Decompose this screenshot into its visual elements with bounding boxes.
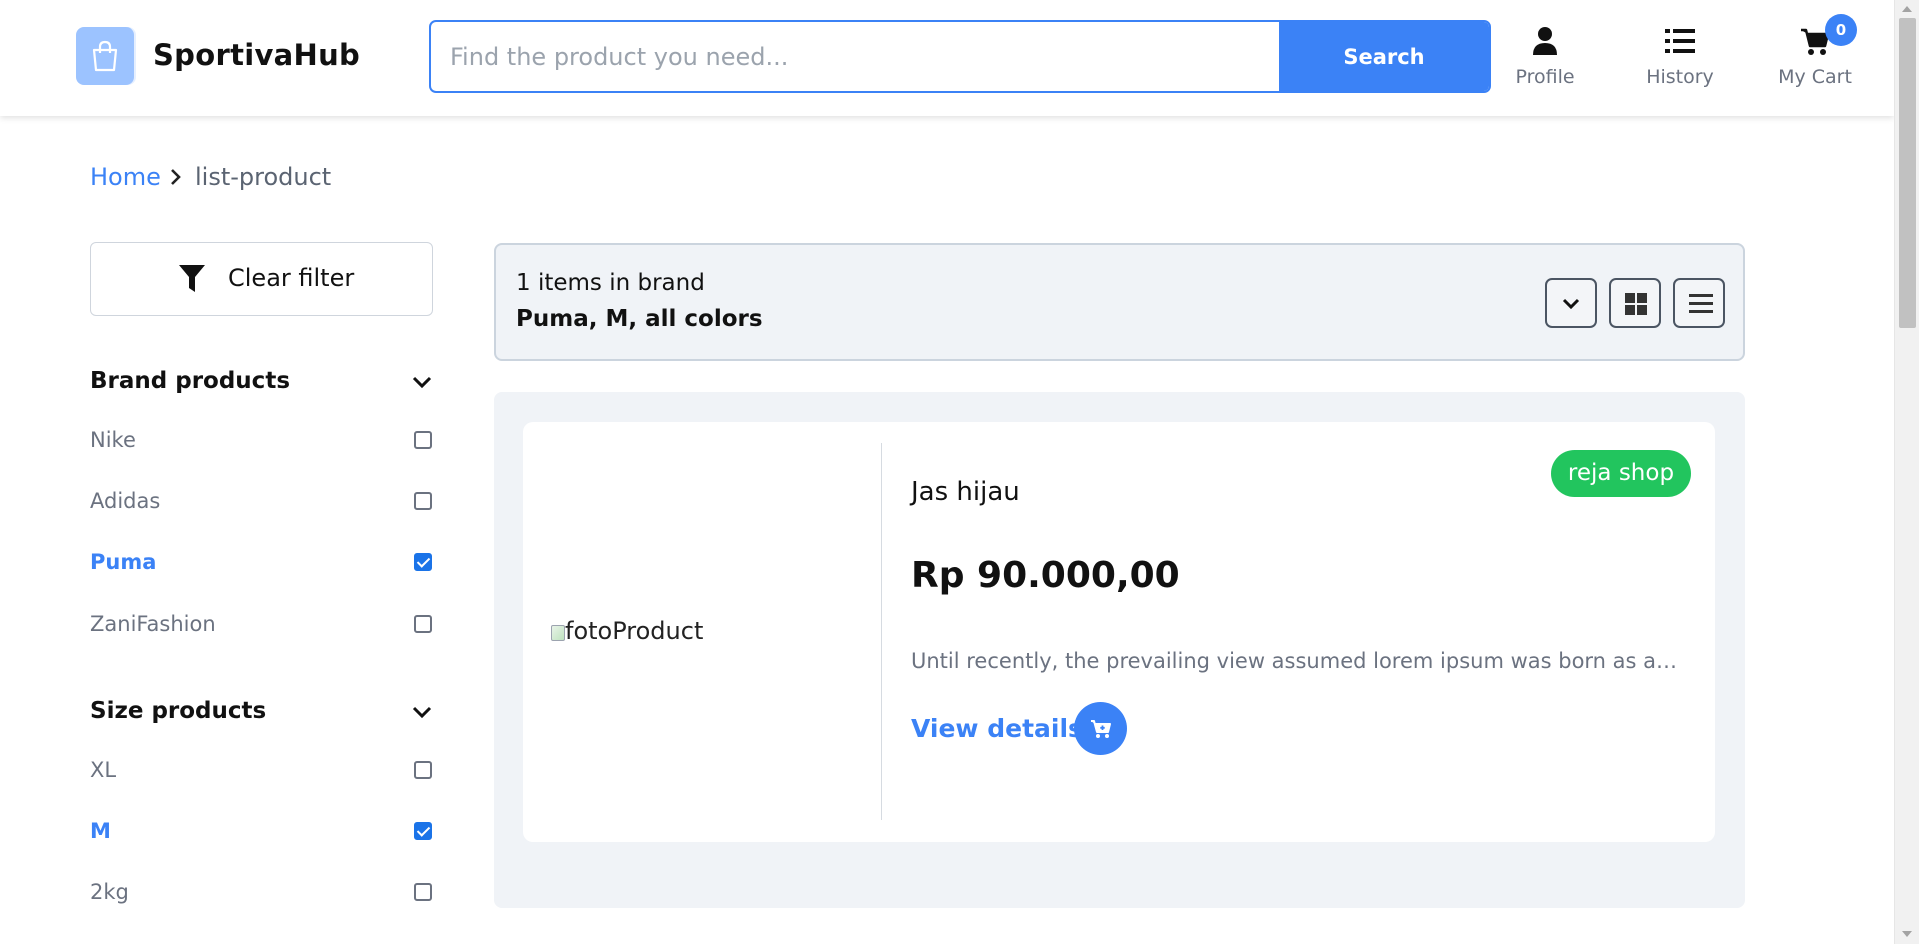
list-view-button[interactable] [1673, 278, 1725, 328]
chevron-down-icon[interactable] [411, 375, 433, 389]
search-bar: Search [429, 20, 1491, 93]
nav-profile-label: Profile [1515, 66, 1575, 88]
brand-option-adidas: Adidas [90, 489, 161, 513]
menu-lines-icon [1689, 294, 1713, 313]
chevron-right-icon [171, 169, 181, 185]
scroll-thumb[interactable] [1899, 18, 1916, 328]
chevron-down-icon[interactable] [411, 705, 433, 719]
size-option-xl: XL [90, 758, 117, 782]
chevron-down-icon [1562, 298, 1580, 310]
brand-option-zanifashion: ZaniFashion [90, 612, 216, 636]
product-name[interactable]: Jas hijau [911, 477, 1020, 507]
product-description: Until recently, the prevailing view assu… [911, 649, 1681, 673]
brand-option-nike: Nike [90, 428, 136, 452]
size-m-checkbox[interactable] [414, 822, 432, 840]
nav-profile[interactable]: Profile [1490, 24, 1600, 88]
product-price: Rp 90.000,00 [911, 555, 1180, 596]
search-input[interactable] [431, 22, 1281, 91]
user-icon [1533, 27, 1557, 55]
brand-puma-checkbox[interactable] [414, 553, 432, 571]
add-to-cart-button[interactable] [1074, 702, 1127, 755]
results-count: 1 items in brand [516, 270, 705, 296]
search-button[interactable]: Search [1279, 22, 1489, 91]
grid-icon [1625, 293, 1647, 315]
clear-filter-label: Clear filter [228, 264, 355, 292]
size-option-m: M [90, 819, 111, 843]
size-option-2kg: 2kg [90, 880, 129, 904]
brand-adidas-checkbox[interactable] [414, 492, 432, 510]
sort-dropdown-button[interactable] [1545, 278, 1597, 328]
grid-view-button[interactable] [1609, 278, 1661, 328]
product-image[interactable]: fotoProduct [551, 617, 703, 645]
breadcrumb-current: list-product [195, 163, 332, 191]
size-xl-checkbox[interactable] [414, 761, 432, 779]
size-2kg-checkbox[interactable] [414, 883, 432, 901]
nav-history-label: History [1646, 66, 1714, 88]
breadcrumb-home-link[interactable]: Home [90, 163, 161, 191]
size-filter-title[interactable]: Size products [90, 698, 266, 724]
brand-nike-checkbox[interactable] [414, 431, 432, 449]
brand-name[interactable]: SportivaHub [153, 38, 360, 72]
shop-badge[interactable]: reja shop [1551, 450, 1691, 497]
filter-icon [179, 265, 205, 292]
brand-filter-title[interactable]: Brand products [90, 368, 290, 394]
nav-cart-label: My Cart [1778, 66, 1852, 88]
broken-image-icon [551, 625, 565, 641]
card-divider [881, 443, 882, 820]
results-summary-bar: 1 items in brand Puma, M, all colors [494, 243, 1745, 361]
top-header: SportivaHub Search Profile History My Ca… [0, 0, 1894, 116]
scroll-up-arrow-icon[interactable] [1902, 6, 1912, 12]
cart-count-badge: 0 [1825, 14, 1857, 46]
page-scrollbar[interactable] [1894, 0, 1919, 944]
brand-zanifashion-checkbox[interactable] [414, 615, 432, 633]
clear-filter-button[interactable]: Clear filter [90, 242, 433, 316]
shopping-bag-icon [92, 40, 118, 72]
scroll-down-arrow-icon[interactable] [1902, 931, 1912, 937]
product-image-alt: fotoProduct [565, 617, 704, 645]
nav-history[interactable]: History [1625, 24, 1735, 88]
view-details-link[interactable]: View details [911, 714, 1083, 743]
cart-plus-icon [1091, 720, 1111, 738]
brand-option-puma: Puma [90, 550, 157, 574]
list-icon [1665, 29, 1695, 53]
logo[interactable] [76, 27, 134, 85]
active-filters: Puma, M, all colors [516, 306, 763, 332]
